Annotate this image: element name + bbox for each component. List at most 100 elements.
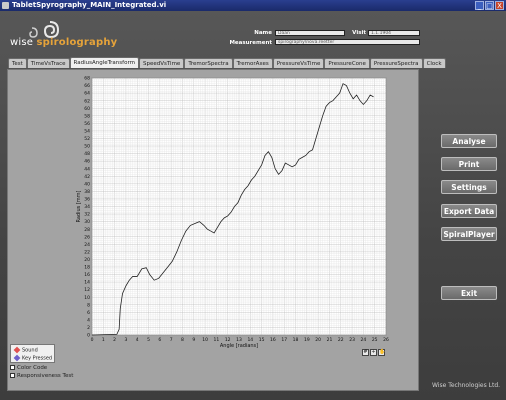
x-tick-label: 3: [124, 337, 127, 343]
y-tick-label: 56: [84, 121, 90, 127]
tab-pressure-cone[interactable]: PressureCone: [324, 58, 370, 68]
x-tick-label: 0: [91, 337, 94, 343]
x-tick-label: 6: [158, 337, 161, 343]
y-axis-label: Radius [mm]: [76, 190, 82, 222]
x-tick-label: 9: [192, 337, 195, 343]
exit-button[interactable]: Exit: [441, 286, 497, 300]
grid-tool-icon[interactable]: #: [362, 349, 369, 356]
tab-pressure-spectra[interactable]: PressureSpectra: [369, 58, 423, 68]
y-tick-label: 64: [84, 91, 90, 97]
settings-button[interactable]: Settings: [441, 180, 497, 194]
y-tick-label: 0: [87, 333, 90, 339]
responsiveness-test-checkbox[interactable]: Responsiveness Test: [10, 373, 73, 379]
y-tick-label: 10: [84, 295, 90, 301]
x-tick-label: 26: [383, 337, 389, 343]
y-tick-label: 38: [84, 189, 90, 195]
y-tick-label: 22: [84, 249, 90, 255]
y-tick-label: 4: [87, 317, 90, 323]
print-button[interactable]: Print: [441, 157, 497, 171]
tab-radius-angle-transform[interactable]: RadiusAngleTransform: [69, 57, 139, 68]
x-tick-label: 20: [315, 337, 321, 343]
x-tick-label: 18: [293, 337, 299, 343]
maximize-button[interactable]: □: [485, 1, 494, 10]
x-tick-label: 8: [181, 337, 184, 343]
y-tick-label: 34: [84, 204, 90, 210]
color-code-label: Color Code: [17, 365, 48, 371]
tab-tremor-spectra[interactable]: TremorSpectra: [184, 58, 233, 68]
y-tick-label: 54: [84, 129, 90, 135]
checkbox-box[interactable]: [10, 373, 15, 378]
spiral-player-button[interactable]: SpiralPlayer: [441, 227, 497, 241]
y-tick-label: 14: [84, 280, 90, 286]
x-tick-label: 17: [281, 337, 287, 343]
measurement-label: Measurement: [229, 40, 272, 46]
y-tick-label: 36: [84, 197, 90, 203]
legend: Sound Key Pressed: [10, 344, 55, 363]
tab-tremor-axes[interactable]: TremorAxes: [232, 58, 273, 68]
x-axis-label: Angle [radians]: [220, 343, 258, 349]
name-label: Name: [254, 30, 272, 36]
y-tick-label: 20: [84, 257, 90, 263]
tab-speed-vs-time[interactable]: SpeedVsTime: [138, 58, 185, 68]
checkbox-box[interactable]: [10, 365, 15, 370]
x-tick-label: 10: [202, 337, 208, 343]
y-tick-label: 8: [87, 302, 90, 308]
visit-field[interactable]: 1.1.1904: [368, 30, 420, 36]
x-tick-label: 11: [214, 337, 220, 343]
y-tick-label: 26: [84, 234, 90, 240]
x-tick-label: 4: [136, 337, 139, 343]
y-tick-label: 66: [84, 83, 90, 89]
tab-time-vs-trace[interactable]: TimeVsTrace: [26, 58, 70, 68]
legend-key-pressed: Key Pressed: [13, 354, 53, 362]
visit-label: Visit: [352, 30, 366, 36]
y-tick-label: 60: [84, 106, 90, 112]
export-data-button[interactable]: Export Data: [441, 204, 497, 218]
x-tick-label: 2: [113, 337, 116, 343]
y-tick-label: 50: [84, 144, 90, 150]
y-tick-label: 12: [84, 287, 90, 293]
x-tick-label: 24: [361, 337, 367, 343]
sound-marker-icon: [13, 346, 21, 354]
y-tick-label: 30: [84, 219, 90, 225]
zoom-tool-icon[interactable]: +: [370, 349, 377, 356]
measurement-field[interactable]: spirography\nova.reetter: [275, 39, 420, 45]
window-titlebar: TabletSpyrography_MAIN_Integrated.vi _ □…: [0, 0, 506, 11]
y-tick-label: 24: [84, 242, 90, 248]
x-tick-label: 22: [338, 337, 344, 343]
legend-sound: Sound: [13, 346, 38, 354]
y-tick-label: 28: [84, 227, 90, 233]
y-tick-label: 18: [84, 265, 90, 271]
legend-key-label: Key Pressed: [22, 355, 53, 362]
tab-clock[interactable]: Clock: [422, 58, 446, 68]
x-tick-label: 1: [102, 337, 105, 343]
brand-text-spiro: spirolography: [36, 37, 118, 48]
minimize-button[interactable]: _: [475, 1, 484, 10]
analyse-button[interactable]: Analyse: [441, 134, 497, 148]
footer-company: Wise Technologies Ltd.: [432, 382, 501, 389]
y-tick-label: 32: [84, 212, 90, 218]
close-button[interactable]: X: [495, 1, 504, 10]
graph-tools: # + ✋: [362, 349, 385, 356]
name-field[interactable]: Daan: [275, 30, 345, 36]
y-tick-label: 6: [87, 310, 90, 316]
x-tick-label: 7: [170, 337, 173, 343]
tab-test[interactable]: Test: [8, 58, 27, 68]
x-tick-label: 25: [372, 337, 378, 343]
x-tick-label: 23: [349, 337, 355, 343]
x-tick-label: 19: [304, 337, 310, 343]
y-tick-label: 42: [84, 174, 90, 180]
responsiveness-label: Responsiveness Test: [17, 373, 74, 379]
tab-pressure-vs-time[interactable]: PressureVsTime: [272, 58, 325, 68]
pan-tool-icon[interactable]: ✋: [378, 349, 385, 356]
y-tick-label: 58: [84, 113, 90, 119]
radius-angle-chart: 0 1 2 3 4 5 6 7 8 9 10 11 12 13 14 15 16 17 18 19 20 21 22 23 24…: [76, 76, 389, 349]
y-tick-label: 16: [84, 272, 90, 278]
window-title: TabletSpyrography_MAIN_Integrated.vi: [12, 1, 167, 9]
x-tick-label: 16: [270, 337, 276, 343]
y-tick-label: 68: [84, 76, 90, 82]
color-code-checkbox[interactable]: Color Code: [10, 365, 47, 371]
brand-logo-text: wise spirolography: [10, 37, 117, 48]
y-tick-label: 40: [84, 181, 90, 187]
y-tick-label: 46: [84, 159, 90, 165]
x-tick-label: 5: [147, 337, 150, 343]
